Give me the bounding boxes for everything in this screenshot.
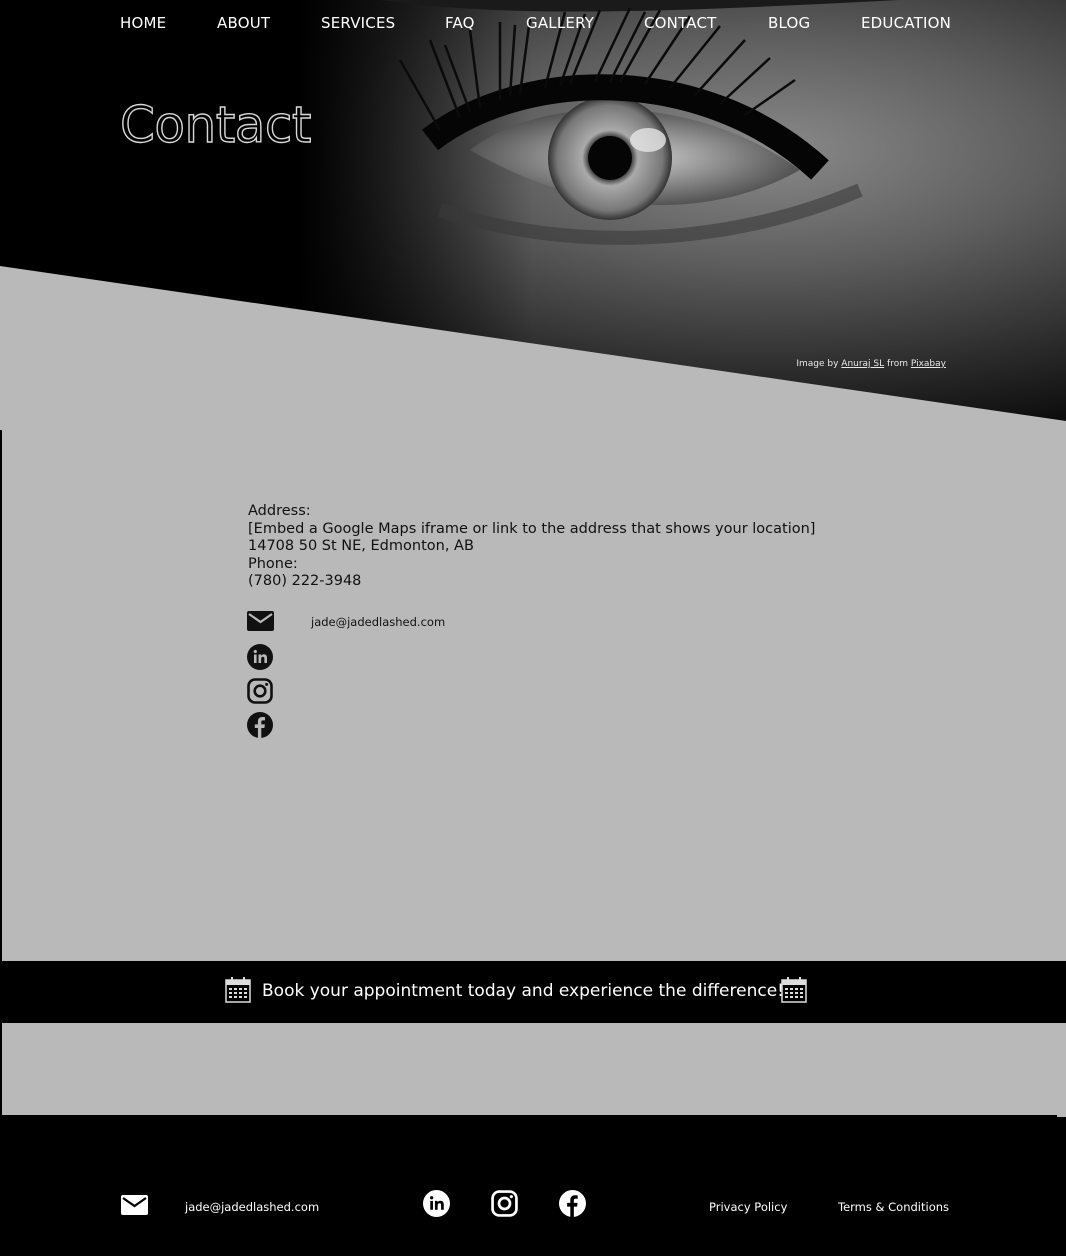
spacer-section xyxy=(2,1023,1057,1115)
envelope-icon[interactable] xyxy=(121,1195,148,1215)
instagram-icon[interactable] xyxy=(247,678,273,704)
privacy-policy-link[interactable]: Privacy Policy xyxy=(709,1200,787,1214)
calendar-icon xyxy=(781,977,807,1003)
credit-prefix: Image by xyxy=(796,359,839,369)
footer-email-link[interactable]: jade@jadedlashed.com xyxy=(185,1200,319,1214)
calendar-icon xyxy=(225,977,251,1003)
facebook-icon[interactable] xyxy=(247,712,273,738)
address-note: [Embed a Google Maps iframe or link to t… xyxy=(248,520,816,537)
phone-text: (780) 222-3948 xyxy=(248,573,362,590)
spacer-edge xyxy=(1057,1023,1066,1118)
email-link[interactable]: jade@jadedlashed.com xyxy=(311,615,445,629)
booking-text[interactable]: Book your appointment today and experien… xyxy=(262,981,784,1001)
instagram-icon[interactable] xyxy=(491,1190,518,1217)
hero-banner: HOME ABOUT SERVICES FAQ GALLERY CONTACT … xyxy=(0,0,1066,430)
linkedin-icon[interactable] xyxy=(423,1190,450,1217)
credit-source-link[interactable]: Pixabay xyxy=(911,359,946,369)
terms-conditions-link[interactable]: Terms & Conditions xyxy=(838,1200,949,1214)
footer: jade@jadedlashed.com Privacy Policy Term… xyxy=(0,1117,1066,1256)
address-text: 14708 50 St NE, Edmonton, AB xyxy=(248,538,474,555)
booking-banner[interactable]: Book your appointment today and experien… xyxy=(2,961,1066,1023)
facebook-icon[interactable] xyxy=(559,1190,586,1217)
photo-credit: Image by Anuraj SL from Pixabay xyxy=(796,359,946,369)
phone-label: Phone: xyxy=(248,555,298,572)
credit-mid: from xyxy=(887,359,908,369)
envelope-icon xyxy=(247,611,274,631)
contact-info: Address: [Embed a Google Maps iframe or … xyxy=(248,503,815,591)
linkedin-icon[interactable] xyxy=(247,644,273,670)
address-label: Address: xyxy=(248,503,311,519)
credit-author-link[interactable]: Anuraj SL xyxy=(841,359,884,369)
